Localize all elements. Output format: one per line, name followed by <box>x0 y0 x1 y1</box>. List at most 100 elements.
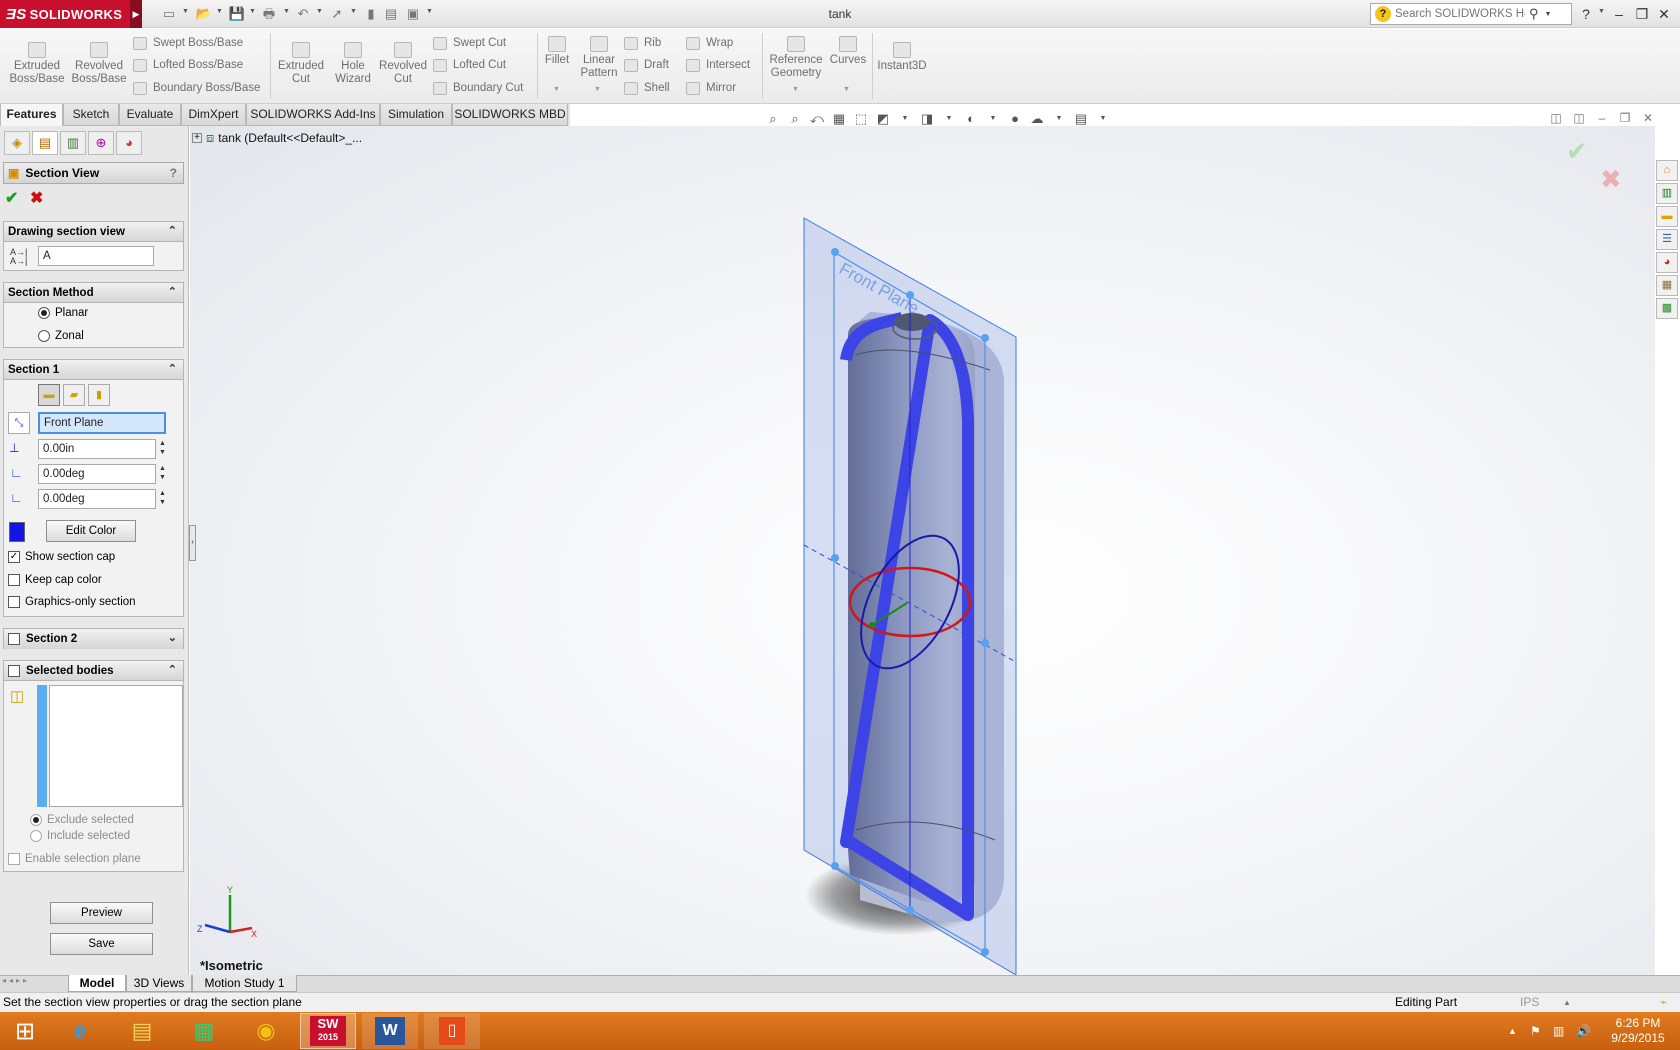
home-icon[interactable]: ⌂ <box>1656 160 1678 181</box>
mirror-button[interactable]: Mirror <box>686 79 736 97</box>
curves-button[interactable]: Curves <box>826 36 870 67</box>
tab-sketch[interactable]: Sketch <box>63 104 119 126</box>
include-selected-radio[interactable]: Include selected <box>30 830 130 842</box>
help-dropdown-icon[interactable]: ▼ <box>1598 8 1605 15</box>
help-search-input[interactable] <box>1395 8 1525 20</box>
select-arrow-icon[interactable]: ➚ <box>328 5 346 23</box>
selected-bodies-checkbox[interactable] <box>8 664 20 677</box>
zonal-radio[interactable]: Zonal <box>38 330 84 342</box>
doc-restore-icon[interactable]: ❐ <box>1617 111 1633 125</box>
action-center-icon[interactable]: ⚑ <box>1530 1012 1541 1050</box>
swept-cut-button[interactable]: Swept Cut <box>433 34 506 52</box>
featuremanager-tab-icon[interactable]: ◈ <box>4 131 30 155</box>
plane-handle[interactable] <box>831 862 839 870</box>
save-button[interactable]: Save <box>50 933 153 955</box>
top-plane-toggle-icon[interactable]: ▰ <box>63 384 85 406</box>
rebuild-icon[interactable]: ▮ <box>362 5 380 23</box>
options-dropdown-icon[interactable]: ▼ <box>426 8 433 15</box>
panel-collapse-handle[interactable]: ‹ <box>189 525 196 561</box>
collapse-icon[interactable]: ⌃ <box>168 285 177 298</box>
part-icon[interactable]: ⧈ <box>206 130 214 146</box>
feature-tree-root[interactable]: tank (Default<<Default>_... <box>218 131 362 145</box>
scene-dropdown-icon[interactable]: ▼ <box>1051 111 1067 127</box>
offset-spinner[interactable]: ▲ ▼ <box>158 439 167 459</box>
design-library-icon[interactable]: ▬ <box>1656 206 1678 227</box>
section-plane-selection[interactable]: Front Plane <box>38 412 166 434</box>
status-units[interactable]: IPS <box>1520 993 1539 1012</box>
tab-motion-study[interactable]: Motion Study 1 <box>192 975 297 992</box>
plane-handle[interactable] <box>906 906 914 914</box>
solidworks-taskbar-icon[interactable]: SW 2015 <box>300 1013 356 1049</box>
file-explorer-icon[interactable]: ☰ <box>1656 229 1678 250</box>
plane-handle[interactable] <box>831 554 839 562</box>
plane-handle[interactable] <box>981 334 989 342</box>
orientation-dropdown-icon[interactable]: ▼ <box>897 111 913 127</box>
plane-handle[interactable] <box>831 248 839 256</box>
tab-evaluate[interactable]: Evaluate <box>119 104 181 126</box>
rib-button[interactable]: Rib <box>624 34 661 52</box>
tab-addins[interactable]: SOLIDWORKS Add-Ins <box>246 104 380 126</box>
dimxpert-tab-icon[interactable]: ⊕ <box>88 131 114 155</box>
save-dropdown-icon[interactable]: ▼ <box>249 8 256 15</box>
help-search-box[interactable]: ? ⚲ ▼ <box>1370 3 1572 25</box>
rebuild-status-icon[interactable]: ⌁ <box>1660 993 1667 1012</box>
edit-color-button[interactable]: Edit Color <box>46 520 136 542</box>
rotation-y-spinner[interactable]: ▲ ▼ <box>158 489 167 509</box>
section-view-icon[interactable]: ▦ <box>831 111 847 127</box>
store-icon[interactable]: ▦ <box>176 1013 232 1049</box>
clock[interactable]: 6:26 PM 9/29/2015 <box>1604 1012 1672 1050</box>
lofted-boss-button[interactable]: Lofted Boss/Base <box>133 56 243 74</box>
curves-dropdown-icon[interactable]: ▼ <box>843 86 850 93</box>
pm-help-icon[interactable]: ? <box>170 166 177 180</box>
section-method-header[interactable]: Section Method ⌃ <box>4 283 183 303</box>
rotation-y-input[interactable]: 0.00deg <box>38 489 156 509</box>
tab-dimxpert[interactable]: DimXpert <box>181 104 246 126</box>
file-properties-icon[interactable]: ▤ <box>382 5 400 23</box>
reference-geometry-button[interactable]: Reference Geometry <box>765 36 827 80</box>
collapse-icon[interactable]: ⌃ <box>168 224 177 237</box>
linear-pattern-button[interactable]: Linear Pattern <box>576 36 622 80</box>
view-settings-icon[interactable]: ▤ <box>1073 111 1089 127</box>
graphics-area[interactable]: Front Plane Y Z X <box>190 126 1655 975</box>
internet-explorer-icon[interactable]: e <box>52 1013 108 1049</box>
hide-show-icon[interactable]: ◐ <box>963 111 979 127</box>
lofted-cut-button[interactable]: Lofted Cut <box>433 56 506 74</box>
save-icon[interactable]: 💾 <box>228 5 246 23</box>
section2-header[interactable]: Section 2 ⌄ <box>4 629 183 649</box>
menu-expand-icon[interactable]: ▶ <box>130 0 142 28</box>
fillet-button[interactable]: Fillet <box>540 36 574 67</box>
undo-icon[interactable]: ↶ <box>294 5 312 23</box>
revolved-cut-button[interactable]: Revolved Cut <box>378 42 428 86</box>
collapse-icon[interactable]: ⌃ <box>168 362 177 375</box>
display-style-icon[interactable]: ◨ <box>919 111 935 127</box>
units-dropdown-icon[interactable]: ▲ <box>1563 993 1571 1012</box>
volume-icon[interactable]: 🔊 <box>1576 1012 1591 1050</box>
chrome-icon[interactable]: ◉ <box>238 1013 294 1049</box>
wrap-button[interactable]: Wrap <box>686 34 733 52</box>
tab-features[interactable]: Features <box>0 104 63 126</box>
custom-properties-icon[interactable]: ▩ <box>1656 298 1678 319</box>
network-icon[interactable]: ▥ <box>1553 1012 1564 1050</box>
print-icon[interactable]: 🖶 <box>260 5 278 23</box>
enable-selection-plane-checkbox[interactable]: Enable selection plane <box>8 853 141 865</box>
zoom-to-fit-icon[interactable]: ⌕ <box>765 111 781 127</box>
solidworks-logo[interactable]: ƎS SOLIDWORKS <box>0 0 140 28</box>
resources-icon[interactable]: ▥ <box>1656 183 1678 204</box>
front-plane-toggle-icon[interactable]: ▬ <box>38 384 60 406</box>
model-view[interactable]: Front Plane Y Z X <box>190 126 1655 975</box>
triad-origin[interactable] <box>869 622 875 628</box>
new-document-icon[interactable]: ▭ <box>160 5 178 23</box>
section2-checkbox[interactable] <box>8 633 20 645</box>
display-dropdown-icon[interactable]: ▼ <box>941 111 957 127</box>
tab-scroll-arrows-icon[interactable]: ◂◂▸▸ <box>2 976 30 985</box>
appearances-icon[interactable]: ◕ <box>1656 252 1678 273</box>
rotation-x-spinner[interactable]: ▲ ▼ <box>158 464 167 484</box>
new-dropdown-icon[interactable]: ▼ <box>182 8 189 15</box>
hide-dropdown-icon[interactable]: ▼ <box>985 111 1001 127</box>
draft-button[interactable]: Draft <box>624 56 669 74</box>
reference-dropdown-icon[interactable]: ▼ <box>792 86 799 93</box>
doc-close-icon[interactable]: ✕ <box>1640 111 1656 125</box>
planar-radio[interactable]: Planar <box>38 307 88 319</box>
office-icon[interactable]: ▯ <box>424 1013 480 1049</box>
preview-button[interactable]: Preview <box>50 902 153 924</box>
